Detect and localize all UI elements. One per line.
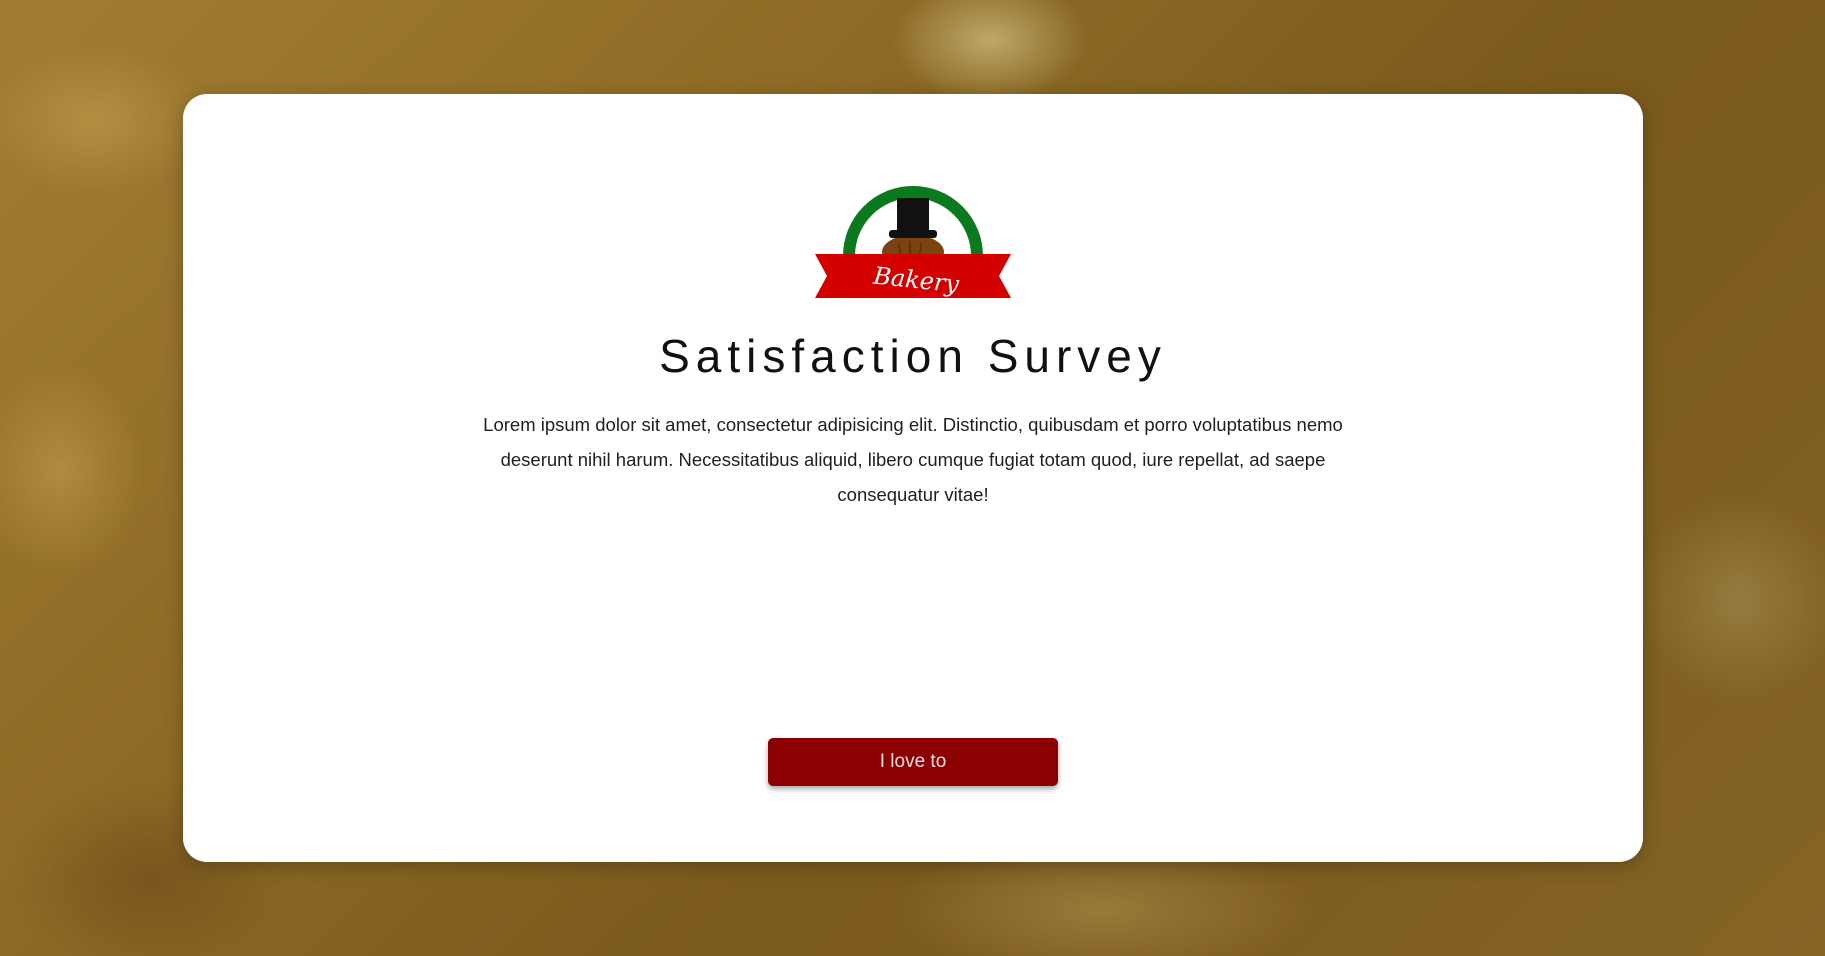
logo-hat: [897, 198, 929, 234]
start-survey-button[interactable]: I love to: [768, 738, 1058, 786]
survey-card: Bakery Satisfaction Survey Lorem ipsum d…: [183, 94, 1643, 862]
bakery-logo: Bakery: [815, 186, 1011, 298]
survey-description: Lorem ipsum dolor sit amet, consectetur …: [483, 414, 1343, 505]
page-title: Satisfaction Survey: [659, 330, 1167, 382]
